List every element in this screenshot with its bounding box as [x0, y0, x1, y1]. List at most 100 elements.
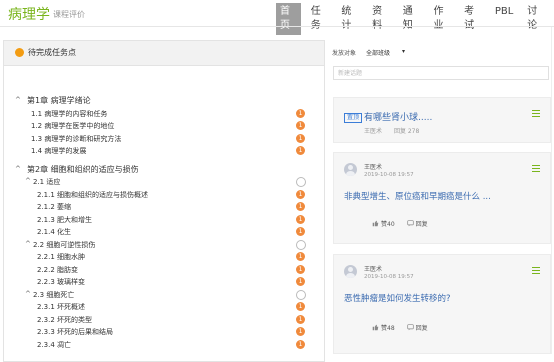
- task-label[interactable]: 第1章 病理学绪论: [27, 95, 91, 106]
- post-card[interactable]: 王医术 2019-10-08 19:57 非典型增生、原位癌和早期癌是什么 ..…: [333, 152, 551, 244]
- task-label[interactable]: 2.1 适应: [33, 177, 60, 187]
- task-dot-icon: [15, 48, 24, 57]
- task-row[interactable]: ^ 2.1 适应: [3, 176, 323, 189]
- task-row[interactable]: 2.1.1 细胞和组织的适应与损伤概述 1: [3, 189, 323, 202]
- panel-header: 待完成任务点: [4, 41, 324, 66]
- task-row[interactable]: 1.4 病理学的发展 1: [3, 145, 323, 158]
- post-time: 2019-10-08 19:57: [364, 274, 414, 280]
- nav-tab[interactable]: 统计: [337, 3, 362, 35]
- status-circle-icon: [296, 289, 306, 300]
- task-row[interactable]: 2.1.2 萎缩 1: [3, 201, 323, 214]
- task-label[interactable]: 2.1.2 萎缩: [37, 202, 71, 212]
- task-label[interactable]: 第2章 细胞和组织的适应与损伤: [27, 164, 139, 175]
- thumbs-up-icon[interactable]: [372, 324, 379, 331]
- pending-badge: 1: [296, 214, 305, 224]
- task-row[interactable]: ^ 2.2 细胞可逆性损伤: [3, 239, 323, 252]
- task-row[interactable]: 2.1.3 肥大和增生 1: [3, 214, 323, 227]
- post-author: 王医术: [364, 266, 383, 273]
- task-label[interactable]: 2.2.2 脂肪变: [37, 265, 78, 275]
- task-label[interactable]: 2.1.1 细胞和组织的适应与损伤概述: [37, 190, 148, 200]
- post-actions: 赞40 回复: [372, 219, 428, 228]
- collapse-arrow-icon[interactable]: ^: [25, 240, 31, 248]
- collapse-arrow-icon[interactable]: ^: [15, 96, 21, 104]
- nav-tab[interactable]: 资料: [368, 3, 393, 35]
- course-title[interactable]: 病理学: [8, 4, 50, 24]
- pending-badge: 1: [296, 108, 305, 118]
- task-row[interactable]: 2.3.1 坏死概述 1: [3, 301, 323, 314]
- chapter-row[interactable]: ^ 第2章 细胞和组织的适应与损伤: [3, 164, 323, 177]
- pending-badge: 1: [296, 133, 305, 143]
- task-label[interactable]: 2.2.3 玻璃样变: [37, 277, 85, 287]
- collapse-arrow-icon[interactable]: ^: [15, 165, 21, 173]
- task-label[interactable]: 2.3.2 坏死的类型: [37, 315, 92, 325]
- post-question[interactable]: 非典型增生、原位癌和早期癌是什么 ...: [344, 190, 491, 202]
- nav-tab[interactable]: PBL: [491, 3, 517, 35]
- new-topic-input[interactable]: 新建话题: [333, 66, 549, 80]
- task-row[interactable]: 1.2 病理学在医学中的地位 1: [3, 120, 323, 133]
- task-row[interactable]: ^ 2.3 细胞死亡: [3, 289, 323, 302]
- topic-title[interactable]: 有哪些肾小球.....: [364, 110, 432, 123]
- task-row[interactable]: 2.2.3 玻璃样变 1: [3, 276, 323, 289]
- post-author: 王医术: [364, 164, 383, 171]
- task-label[interactable]: 1.3 病理学的诊断和研究方法: [31, 134, 121, 144]
- reply-button[interactable]: 回复: [416, 323, 428, 332]
- pending-badge: 1: [296, 264, 305, 274]
- pending-badge: 1: [296, 314, 305, 324]
- collapse-arrow-icon[interactable]: ^: [25, 290, 31, 298]
- like-count[interactable]: 赞48: [381, 323, 395, 332]
- collapse-arrow-icon[interactable]: ^: [25, 177, 31, 185]
- task-row[interactable]: 2.3.4 凋亡 1: [3, 339, 323, 352]
- topic-author: 王医术: [364, 128, 383, 135]
- task-label[interactable]: 2.2.1 细胞水肿: [37, 252, 85, 262]
- post-question[interactable]: 恶性肿瘤是如何发生转移的?: [344, 292, 451, 304]
- task-row[interactable]: 1.1 病理学的内容和任务 1: [3, 108, 323, 121]
- menu-icon[interactable]: [532, 110, 540, 119]
- nav-tab[interactable]: 通知: [399, 3, 424, 35]
- task-label[interactable]: 2.2 细胞可逆性损伤: [33, 240, 95, 250]
- caret-down-icon[interactable]: ▾: [402, 48, 405, 55]
- menu-icon[interactable]: [532, 267, 540, 276]
- nav-tab[interactable]: 考试: [460, 3, 485, 35]
- task-row[interactable]: 2.3.3 坏死的后果和结局 1: [3, 326, 323, 339]
- task-label[interactable]: 2.3.4 凋亡: [37, 340, 71, 350]
- comment-icon[interactable]: [406, 324, 414, 331]
- pending-badge: 1: [296, 227, 305, 236]
- task-label[interactable]: 2.3 细胞死亡: [33, 290, 74, 300]
- task-label[interactable]: 2.3.3 坏死的后果和结局: [37, 327, 113, 337]
- task-row[interactable]: 1.3 病理学的诊断和研究方法 1: [3, 133, 323, 146]
- scrollbar[interactable]: [551, 27, 552, 354]
- chapter-row[interactable]: ^ 第1章 病理学绪论: [3, 95, 323, 108]
- class-filter-select[interactable]: 全部班级: [366, 48, 390, 57]
- task-label[interactable]: 1.4 病理学的发展: [31, 146, 86, 156]
- pending-badge: 1: [296, 277, 305, 286]
- course-evaluation-link[interactable]: 课程评价: [53, 9, 85, 20]
- task-row[interactable]: 2.2.1 细胞水肿 1: [3, 251, 323, 264]
- panel-title: 待完成任务点: [28, 48, 76, 57]
- topic-meta: 王医术 回复 278: [364, 126, 429, 135]
- pinned-topic-card[interactable]: 置顶 有哪些肾小球..... 王医术 回复 278: [333, 97, 551, 143]
- chapter-tree: ^ 第1章 病理学绪论 1.1 病理学的内容和任务 1 1.2 病理学在医学中的地位 1 1…: [3, 95, 323, 351]
- task-label[interactable]: 1.1 病理学的内容和任务: [31, 109, 107, 119]
- like-count[interactable]: 赞40: [381, 219, 395, 228]
- nav-tab[interactable]: 作业: [429, 3, 454, 35]
- task-label[interactable]: 2.1.3 肥大和增生: [37, 215, 92, 225]
- post-card[interactable]: 王医术 2019-10-08 19:57 恶性肿瘤是如何发生转移的? 赞48 回…: [333, 254, 551, 354]
- reply-button[interactable]: 回复: [416, 219, 428, 228]
- task-label[interactable]: 1.2 病理学在医学中的地位: [31, 121, 114, 131]
- nav-tab[interactable]: 任务: [307, 3, 332, 35]
- main-nav: 首页任务统计资料通知作业考试PBL讨论: [276, 3, 554, 35]
- comment-icon[interactable]: [406, 220, 414, 227]
- filter-label: 发放对象: [332, 50, 357, 57]
- menu-icon[interactable]: [532, 165, 540, 174]
- task-label[interactable]: 2.1.4 化生: [37, 227, 71, 237]
- thumbs-up-icon[interactable]: [372, 220, 379, 227]
- task-label[interactable]: 2.3.1 坏死概述: [37, 302, 85, 312]
- task-row[interactable]: 2.1.4 化生 1: [3, 226, 323, 239]
- status-circle-icon: [296, 177, 306, 187]
- nav-tab[interactable]: 首页: [276, 3, 301, 35]
- nav-tab[interactable]: 讨论: [523, 3, 548, 35]
- avatar: [344, 265, 357, 278]
- task-row[interactable]: 2.2.2 脂肪变 1: [3, 264, 323, 277]
- pending-badge: 1: [296, 202, 305, 211]
- task-row[interactable]: 2.3.2 坏死的类型 1: [3, 314, 323, 327]
